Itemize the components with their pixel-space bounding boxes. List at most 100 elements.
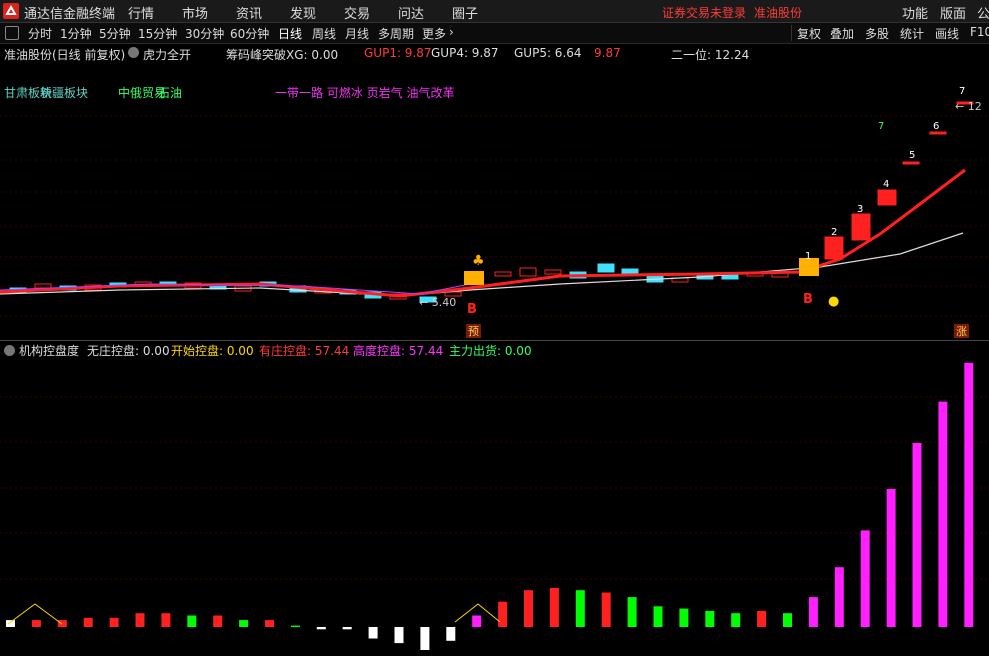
- control-bar: [265, 620, 274, 627]
- control-bar: [575, 590, 585, 627]
- candles: [9, 101, 974, 303]
- tab-monthly[interactable]: 月线: [345, 25, 369, 42]
- count-3: 3: [857, 204, 863, 215]
- tab-30min[interactable]: 30分钟: [185, 25, 224, 42]
- candlestick-chart[interactable]: ♣ ● ← 5.40 ← 12 B B 预 涨 1 2 3 4 5 6 7 7: [0, 64, 989, 340]
- chevron-right-icon[interactable]: ›: [449, 25, 454, 39]
- count-2: 2: [831, 227, 837, 238]
- control-bar: [420, 627, 430, 650]
- control-bar: [627, 597, 637, 627]
- tool-diejia-button[interactable]: 叠加: [830, 25, 854, 42]
- menu-wenda[interactable]: 问达: [398, 3, 424, 22]
- control-bar: [368, 627, 378, 639]
- control-bar: [938, 401, 948, 627]
- tab-1min[interactable]: 1分钟: [60, 25, 92, 42]
- control-bar: [472, 615, 482, 627]
- tab-fenshi[interactable]: 分时: [28, 25, 52, 42]
- candle: [494, 271, 512, 277]
- control-bar: [394, 627, 404, 644]
- dropdown-icon[interactable]: [128, 47, 139, 58]
- control-bars: [6, 362, 974, 650]
- control-bar: [653, 606, 663, 627]
- control-bar: [834, 567, 844, 627]
- menu-shichang[interactable]: 市场: [182, 3, 208, 22]
- count-7: 7: [959, 86, 965, 97]
- count-5: 5: [909, 150, 915, 161]
- control-bar: [161, 613, 171, 627]
- candle: [721, 274, 739, 280]
- high-price-label: ← 12: [955, 100, 982, 113]
- panel-divider[interactable]: [0, 340, 989, 341]
- app-title: 通达信金融终端: [24, 7, 116, 22]
- toolbar-divider: [791, 25, 792, 41]
- candle: [824, 236, 844, 260]
- control-bar: [342, 627, 352, 630]
- money-bag-icon: ●: [828, 294, 839, 309]
- buy-signal-b2: B: [803, 292, 813, 307]
- menu-gongneng[interactable]: 功能: [902, 3, 928, 22]
- control-bar: [446, 627, 456, 641]
- sub-grid: [0, 396, 989, 580]
- menu-zixun[interactable]: 资讯: [236, 3, 262, 22]
- tool-tongji-button[interactable]: 统计: [900, 25, 924, 42]
- control-bar: [964, 362, 974, 627]
- control-bar: [808, 597, 818, 627]
- tab-multi-period[interactable]: 多周期: [378, 25, 414, 42]
- panel-toggle-icon[interactable]: [5, 26, 19, 40]
- tab-60min[interactable]: 60分钟: [230, 25, 269, 42]
- control-bar: [705, 610, 715, 627]
- candle: [621, 268, 639, 275]
- login-warning[interactable]: 证券交易未登录: [662, 4, 746, 21]
- indicator-name[interactable]: 虎力全开: [143, 46, 191, 63]
- count-6: 6: [933, 121, 939, 132]
- control-bar: [524, 590, 533, 627]
- candle: [519, 267, 537, 277]
- menu-quanzi[interactable]: 圈子: [452, 3, 478, 22]
- menu-hangqing[interactable]: 行情: [128, 3, 154, 22]
- control-degree-chart[interactable]: [0, 342, 989, 656]
- control-bar: [6, 620, 15, 627]
- control-bar: [912, 443, 922, 627]
- candle: [877, 189, 897, 206]
- tool-f10-button[interactable]: F10: [970, 25, 989, 39]
- app-logo-icon: [3, 3, 19, 19]
- count-7-green: 7: [878, 121, 884, 132]
- tab-15min[interactable]: 15分钟: [138, 25, 177, 42]
- control-bar: [31, 620, 41, 627]
- control-bar: [316, 627, 326, 630]
- tool-huaxian-button[interactable]: 画线: [935, 25, 959, 42]
- menu-jiaoyi[interactable]: 交易: [344, 3, 370, 22]
- tab-weekly[interactable]: 周线: [312, 25, 336, 42]
- low-price-label: ← 5.40: [419, 296, 456, 309]
- menu-banmian[interactable]: 版面: [940, 3, 966, 22]
- tool-fuquan-button[interactable]: 复权: [797, 25, 821, 42]
- stock-title: 准油股份(日线 前复权): [4, 48, 126, 62]
- control-bar: [498, 601, 508, 627]
- tool-duogu-button[interactable]: 多股: [865, 25, 889, 42]
- control-bar: [83, 617, 93, 627]
- menu-more[interactable]: 公: [977, 3, 989, 22]
- signal-gold-block-1: [464, 271, 484, 285]
- tab-5min[interactable]: 5分钟: [99, 25, 131, 42]
- buy-signal-b1: B: [467, 302, 477, 317]
- control-bar: [239, 620, 249, 627]
- gup5b-value: 9.87: [594, 46, 621, 60]
- gup5-value: GUP5: 6.64: [514, 46, 582, 60]
- control-bar: [109, 617, 119, 627]
- gup4-value: GUP4: 9.87: [431, 46, 499, 60]
- control-bar: [601, 592, 611, 627]
- menu-bar: 通达信金融终端 行情 市场 资讯 发现 交易 问达 圈子 证券交易未登录 准油股…: [0, 0, 989, 23]
- runner-icon: ♣: [472, 253, 485, 269]
- yu-badge: 预: [468, 325, 479, 338]
- control-bar: [783, 613, 792, 627]
- tab-more[interactable]: 更多: [422, 25, 446, 42]
- candle: [851, 213, 871, 241]
- control-bar: [886, 489, 896, 627]
- menu-faxian[interactable]: 发现: [290, 3, 316, 22]
- erwei-value: 二一位: 12.24: [671, 48, 750, 62]
- tab-daily[interactable]: 日线: [278, 25, 302, 42]
- control-bar: [213, 615, 223, 627]
- control-bar: [757, 610, 767, 627]
- zhang-badge: 涨: [956, 325, 967, 338]
- period-tab-bar: 分时 1分钟 5分钟 15分钟 30分钟 60分钟 日线 周线 月线 多周期 更…: [0, 23, 989, 44]
